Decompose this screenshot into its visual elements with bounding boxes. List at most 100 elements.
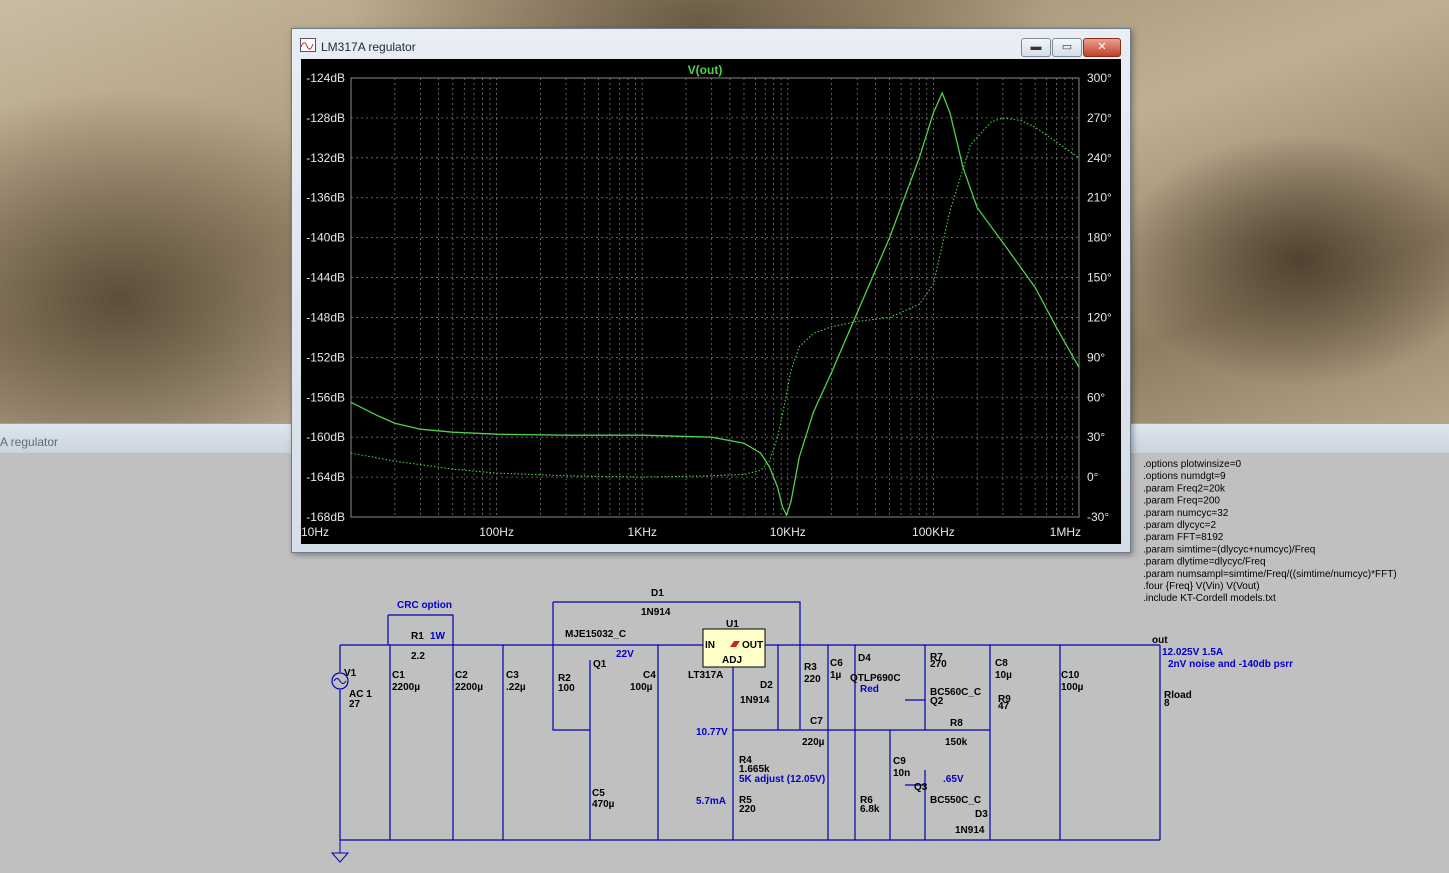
directive-line: .param numsampl=simtime/Freq/((simtime/n… [1143, 569, 1397, 580]
y-left-tick-label: -132dB [306, 151, 345, 165]
label-C6-value: 1µ [830, 670, 842, 681]
y-right-tick-label: 240° [1087, 151, 1112, 165]
label-ADJ: ADJ [722, 655, 742, 666]
label-C2[interactable]: C2 [455, 670, 468, 681]
label-C8[interactable]: C8 [995, 658, 1008, 669]
label-U1-model: LT317A [688, 670, 723, 681]
label-D1-model: 1N914 [641, 607, 671, 618]
bode-plot[interactable]: -124dB -128dB -132dB -136dB -140dB -144dB -148… [301, 59, 1121, 544]
label-R9-value: 47 [998, 701, 1010, 712]
x-tick-label: 100KHz [912, 525, 955, 539]
note-5-7ma: 5.7mA [696, 796, 726, 807]
y-right-tick-label: -30° [1087, 510, 1109, 524]
y-left-tick-label: -152dB [306, 350, 345, 364]
ac-wave-icon [333, 678, 347, 684]
label-C6[interactable]: C6 [830, 658, 843, 669]
directive-line: .param Freq2=20k [1143, 483, 1226, 494]
spice-directives[interactable]: .options plotwinsize=0.options numdgt=9 … [1143, 459, 1397, 604]
label-Q3-model: BC550C_C [930, 795, 981, 806]
label-out-net: out [1152, 635, 1168, 646]
label-D4[interactable]: D4 [858, 653, 871, 664]
label-C9-value: 10n [893, 768, 910, 779]
label-C10-value: 100µ [1061, 682, 1084, 693]
directive-line: .include KT-Cordell models.txt [1143, 593, 1276, 604]
label-R1-value: 2.2 [411, 651, 425, 662]
label-V1[interactable]: V1 [344, 668, 357, 679]
label-C1[interactable]: C1 [392, 670, 405, 681]
label-Q1[interactable]: Q1 [593, 659, 607, 670]
label-C7-value: 220µ [802, 737, 825, 748]
close-button[interactable]: ✕ [1083, 38, 1121, 57]
x-tick-label: 1KHz [628, 525, 657, 539]
label-D1[interactable]: D1 [651, 588, 664, 599]
label-R1[interactable]: R1 [411, 631, 424, 642]
label-IN: IN [705, 640, 715, 651]
y-right-tick-label: 180° [1087, 231, 1112, 245]
annotation-notes: CRC option 1W 22V 10.77V 5K adjust (12.0… [397, 600, 1293, 807]
y-left-tick-label: -168dB [306, 510, 345, 524]
label-R6-value: 6.8k [860, 804, 880, 815]
y-right-tick-label: 120° [1087, 310, 1112, 324]
directive-line: .param dlytime=dlycyc/Freq [1143, 557, 1266, 568]
directive-line: .four {Freq} V(Vin) V(Vout) [1143, 581, 1260, 592]
schematic-window-title: A regulator [0, 435, 59, 449]
note-10-77v: 10.77V [696, 727, 728, 738]
y-right-tick-label: 0° [1087, 470, 1099, 484]
plot-window-title: LM317A regulator [321, 40, 416, 54]
plot-window[interactable]: LM317A regulator ▬ ▭ ✕ -124dB -128dB -132d… [291, 28, 1131, 553]
waveform-icon [300, 38, 316, 52]
directive-line: .options plotwinsize=0 [1143, 459, 1242, 470]
label-R5-value: 220 [739, 804, 756, 815]
label-D4-model: QTLP690C [850, 673, 901, 684]
directive-line: .options numdgt=9 [1143, 471, 1226, 482]
note-r1-watt: 1W [430, 631, 446, 642]
directive-line: .param Freq=200 [1143, 496, 1220, 507]
label-R3-value: 220 [804, 674, 821, 685]
label-C8-value: 10µ [995, 670, 1012, 681]
label-R7-value: 270 [930, 659, 947, 670]
minimize-button[interactable]: ▬ [1021, 38, 1051, 57]
label-C9[interactable]: C9 [893, 756, 906, 767]
label-C4[interactable]: C4 [643, 670, 656, 681]
label-OUT: OUT [742, 640, 763, 651]
directive-line: .param simtime=(dlycyc+numcyc)/Freq [1143, 544, 1315, 555]
note-crc-option: CRC option [397, 600, 452, 611]
y-left-tick-label: -148dB [306, 310, 345, 324]
label-C4-value: 100µ [630, 682, 653, 693]
y-right-tick-label: 270° [1087, 111, 1112, 125]
note-0-65v: .65V [943, 774, 964, 785]
label-C3[interactable]: C3 [506, 670, 519, 681]
label-Q2[interactable]: Q2 [930, 696, 944, 707]
y-right-tick-label: 30° [1087, 430, 1105, 444]
label-C2-value: 2200µ [455, 682, 483, 693]
label-R8-value: 150k [945, 737, 968, 748]
x-tick-label: 10KHz [770, 525, 806, 539]
label-C10[interactable]: C10 [1061, 670, 1080, 681]
y-left-tick-label: -124dB [306, 71, 345, 85]
label-D2[interactable]: D2 [760, 680, 773, 691]
label-D3[interactable]: D3 [975, 809, 988, 820]
note-5k-adjust: 5K adjust (12.05V) [739, 774, 825, 785]
label-D3-model: 1N914 [955, 825, 985, 836]
chart-title[interactable]: V(out) [688, 63, 723, 77]
note-noise: 2nV noise and -140db psrr [1168, 659, 1293, 670]
maximize-button[interactable]: ▭ [1052, 38, 1082, 57]
plot-background [301, 59, 1121, 544]
label-U1[interactable]: U1 [726, 619, 739, 630]
x-tick-label: 1MHz [1050, 525, 1081, 539]
label-C7[interactable]: C7 [810, 716, 823, 727]
y-left-tick-label: -144dB [306, 271, 345, 285]
y-left-tick-label: -156dB [306, 390, 345, 404]
note-red: Red [860, 684, 879, 695]
label-Q3[interactable]: Q3 [914, 782, 928, 793]
y-right-tick-label: 300° [1087, 71, 1112, 85]
y-right-tick-label: 90° [1087, 350, 1105, 364]
label-V1-num: 27 [349, 699, 361, 710]
y-left-tick-label: -136dB [306, 191, 345, 205]
y-right-tick-label: 150° [1087, 271, 1112, 285]
label-R3[interactable]: R3 [804, 662, 817, 673]
ground-icon [330, 852, 350, 863]
label-C5[interactable]: C5 [592, 788, 605, 799]
label-C5-value: 470µ [592, 799, 615, 810]
label-R8[interactable]: R8 [950, 718, 963, 729]
